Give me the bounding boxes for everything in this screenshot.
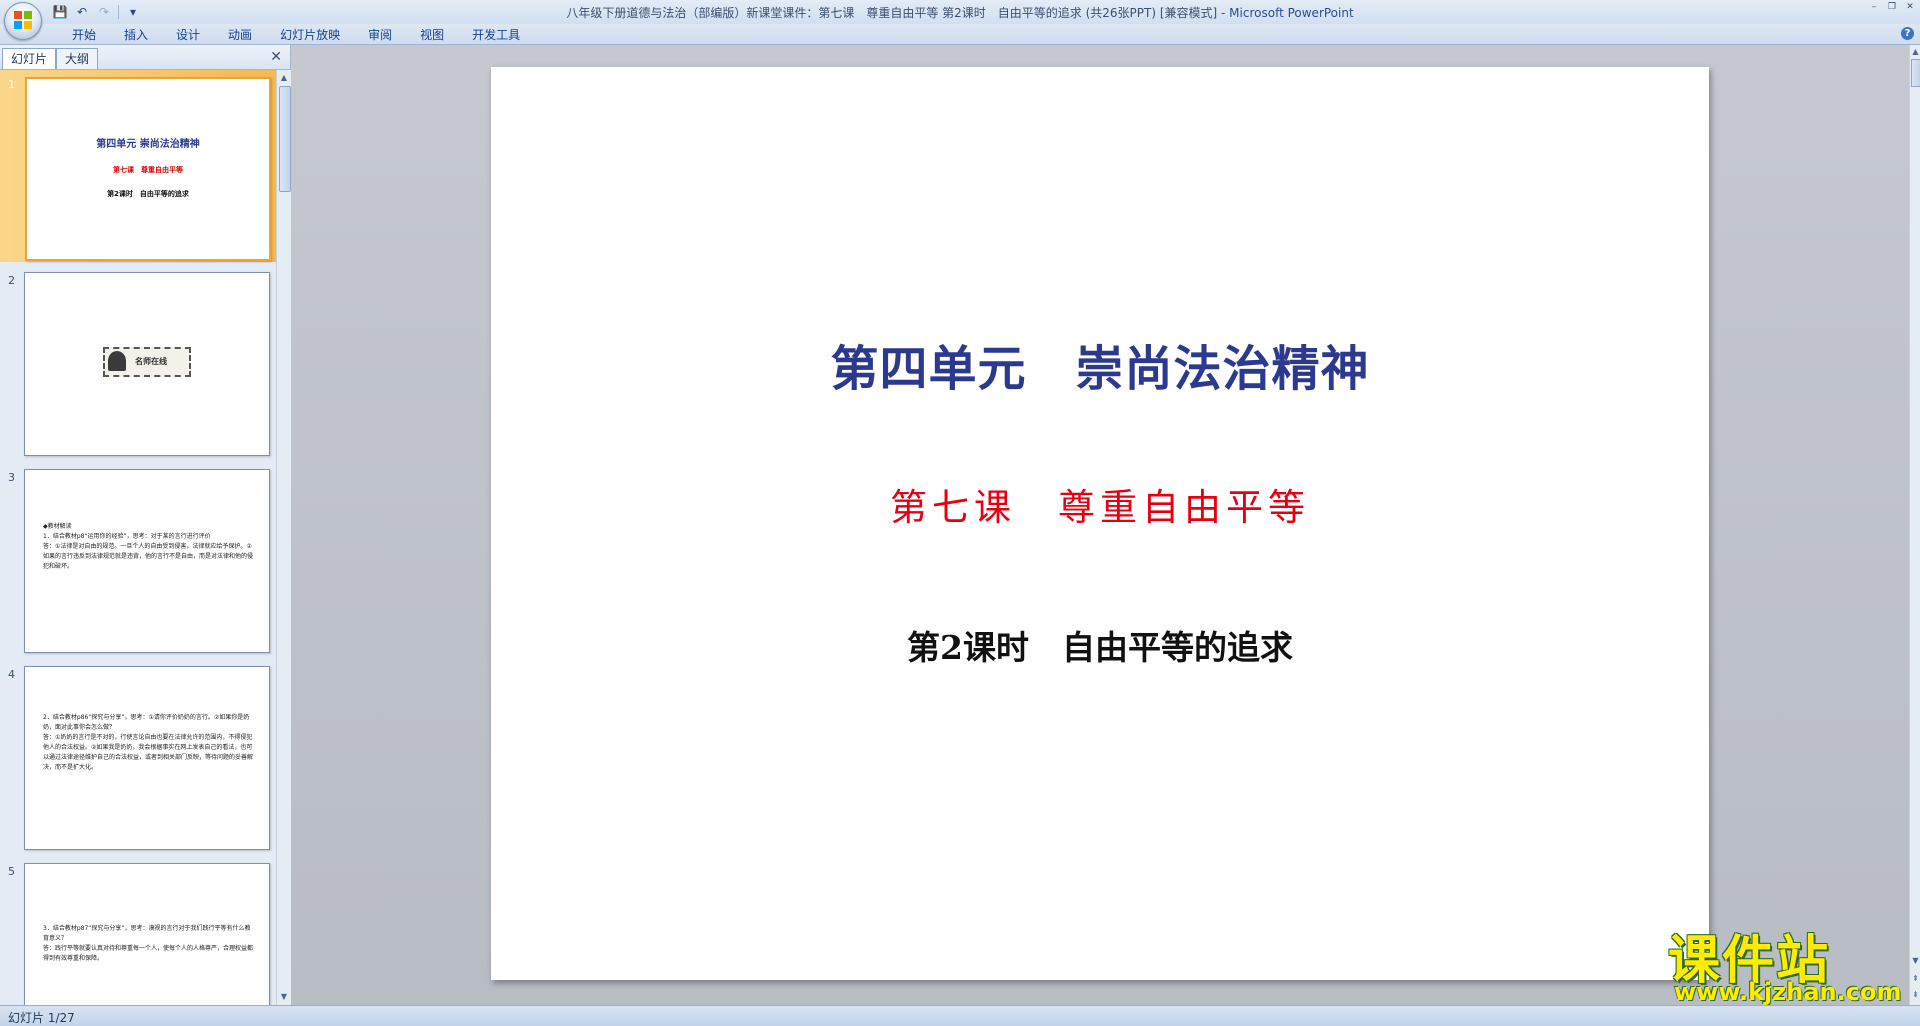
scroll-up-icon[interactable]: ▲ <box>278 72 290 84</box>
thumbnail-canvas: 2．结合教材p86“探究与分享”，思考：①请你评价奶奶的言行。②如果你是奶奶，面… <box>24 666 270 850</box>
scroll-up-icon[interactable]: ▲ <box>1910 46 1920 58</box>
tab-home[interactable]: 开始 <box>58 26 110 44</box>
thumbnail-number: 4 <box>8 668 15 681</box>
window-title: 八年级下册道德与法治（部编版）新课堂课件：第七课 尊重自由平等 第2课时 自由平… <box>0 4 1920 21</box>
close-button[interactable]: ✕ <box>1902 1 1918 13</box>
tab-review[interactable]: 审阅 <box>354 26 406 44</box>
previous-slide-icon[interactable]: ⇞ <box>1910 973 1920 985</box>
app-name: Microsoft PowerPoint <box>1229 6 1354 20</box>
tab-developer[interactable]: 开发工具 <box>458 26 534 44</box>
window-controls: – ❐ ✕ <box>1866 1 1918 13</box>
slide-thumbnail-2[interactable]: 2 名师在线 <box>0 266 276 458</box>
thumbnail-scrollbar[interactable]: ▲ ▼ <box>276 70 291 1005</box>
tab-view[interactable]: 视图 <box>406 26 458 44</box>
slide-thumbnail-1[interactable]: 1 第四单元 崇尚法治精神 第七课 尊重自由平等 第2课时 自由平等的追求 <box>0 70 276 262</box>
document-title: 八年级下册道德与法治（部编版）新课堂课件：第七课 尊重自由平等 第2课时 自由平… <box>566 6 1230 20</box>
restore-button[interactable]: ❐ <box>1884 1 1900 13</box>
next-slide-icon[interactable]: ⇟ <box>1910 989 1920 1001</box>
title-bar: 💾 ↶ ↷ ▾ 八年级下册道德与法治（部编版）新课堂课件：第七课 尊重自由平等 … <box>0 0 1920 40</box>
watermark-url: www.kjzhan.com <box>1674 978 1902 1006</box>
thumbnail-list: 1 第四单元 崇尚法治精神 第七课 尊重自由平等 第2课时 自由平等的追求 2 … <box>0 70 276 1005</box>
slide-title[interactable]: 第四单元 崇尚法治精神 <box>491 329 1709 399</box>
thumbnail-number: 1 <box>8 78 15 91</box>
slide-lesson-title[interactable]: 第2课时 自由平等的追求 <box>491 621 1709 669</box>
scroll-down-icon[interactable]: ▼ <box>278 991 290 1003</box>
thumbnail-canvas: 第四单元 崇尚法治精神 第七课 尊重自由平等 第2课时 自由平等的追求 <box>25 77 271 261</box>
ribbon-tabs: 开始 插入 设计 动画 幻灯片放映 审阅 视图 开发工具 <box>58 26 534 44</box>
scroll-thumb[interactable] <box>1911 59 1920 87</box>
thumbnail-canvas: 名师在线 <box>24 272 270 456</box>
slide-subtitle[interactable]: 第七课 尊重自由平等 <box>491 477 1709 531</box>
status-bar: 幻灯片 1/27 <box>0 1005 1920 1026</box>
slide-thumbnail-3[interactable]: 3 ◆教材解读 1．结合教材p8“运用你的经验”，思考：对于某的言行进行评价 答… <box>0 463 276 655</box>
thumbnail-canvas: 3．结合教材p87“探究与分享”，思考：漠视的言行对于我们践行平等有什么教育意义… <box>24 863 270 1005</box>
scroll-down-icon[interactable]: ▼ <box>1910 955 1920 967</box>
slide-scrollbar[interactable]: ▲ ▼ ⇞ ⇟ <box>1909 45 1920 1005</box>
thumbnail-canvas: ◆教材解读 1．结合教材p8“运用你的经验”，思考：对于某的言行进行评价 答：①… <box>24 469 270 653</box>
watermark-logo: 课件站 www.kjzhan.com <box>1668 918 1908 1008</box>
slides-pane: 幻灯片 大纲 ✕ 1 第四单元 崇尚法治精神 第七课 尊重自由平等 第2课时 自… <box>0 45 291 1005</box>
ribbon: 开始 插入 设计 动画 幻灯片放映 审阅 视图 开发工具 ? <box>0 24 1920 45</box>
stamp-image: 名师在线 <box>103 347 191 377</box>
teacher-avatar-icon <box>108 351 126 371</box>
thumbnail-number: 5 <box>8 865 15 878</box>
office-button[interactable] <box>4 2 42 40</box>
thumbnail-text: ◆教材解读 1．结合教材p8“运用你的经验”，思考：对于某的言行进行评价 答：①… <box>43 523 254 570</box>
thumbnail-text: 2．结合教材p86“探究与分享”，思考：①请你评价奶奶的言行。②如果你是奶奶，面… <box>43 714 254 771</box>
minimize-button[interactable]: – <box>1866 1 1882 13</box>
thumbnail-title: 第四单元 崇尚法治精神 <box>96 139 200 150</box>
slide-canvas[interactable]: 第四单元 崇尚法治精神 第七课 尊重自由平等 第2课时 自由平等的追求 <box>491 67 1709 980</box>
tab-slides[interactable]: 幻灯片 <box>2 48 57 69</box>
close-icon[interactable]: ✕ <box>270 49 282 65</box>
slide-thumbnail-5[interactable]: 5 3．结合教材p87“探究与分享”，思考：漠视的言行对于我们践行平等有什么教育… <box>0 857 276 1005</box>
tab-outline[interactable]: 大纲 <box>56 48 99 69</box>
tab-insert[interactable]: 插入 <box>110 26 162 44</box>
stamp-text: 名师在线 <box>135 357 167 366</box>
slide-editing-area: 第四单元 崇尚法治精神 第七课 尊重自由平等 第2课时 自由平等的追求 <box>291 45 1909 1005</box>
thumbnail-subtitle: 第七课 尊重自由平等 <box>113 166 183 174</box>
slide-counter: 幻灯片 1/27 <box>8 1011 75 1025</box>
thumbnail-number: 3 <box>8 471 15 484</box>
slide-thumbnail-4[interactable]: 4 2．结合教材p86“探究与分享”，思考：①请你评价奶奶的言行。②如果你是奶奶… <box>0 660 276 852</box>
help-icon[interactable]: ? <box>1901 27 1914 40</box>
thumbnail-number: 2 <box>8 274 15 287</box>
thumbnail-text: 3．结合教材p87“探究与分享”，思考：漠视的言行对于我们践行平等有什么教育意义… <box>43 925 254 962</box>
tab-slideshow[interactable]: 幻灯片放映 <box>266 26 354 44</box>
office-logo-icon <box>14 11 32 29</box>
thumbnail-lesson: 第2课时 自由平等的追求 <box>107 190 189 198</box>
tab-design[interactable]: 设计 <box>162 26 214 44</box>
scroll-thumb[interactable] <box>279 86 291 192</box>
tab-animations[interactable]: 动画 <box>214 26 266 44</box>
pane-tabs: 幻灯片 大纲 ✕ <box>0 45 290 70</box>
